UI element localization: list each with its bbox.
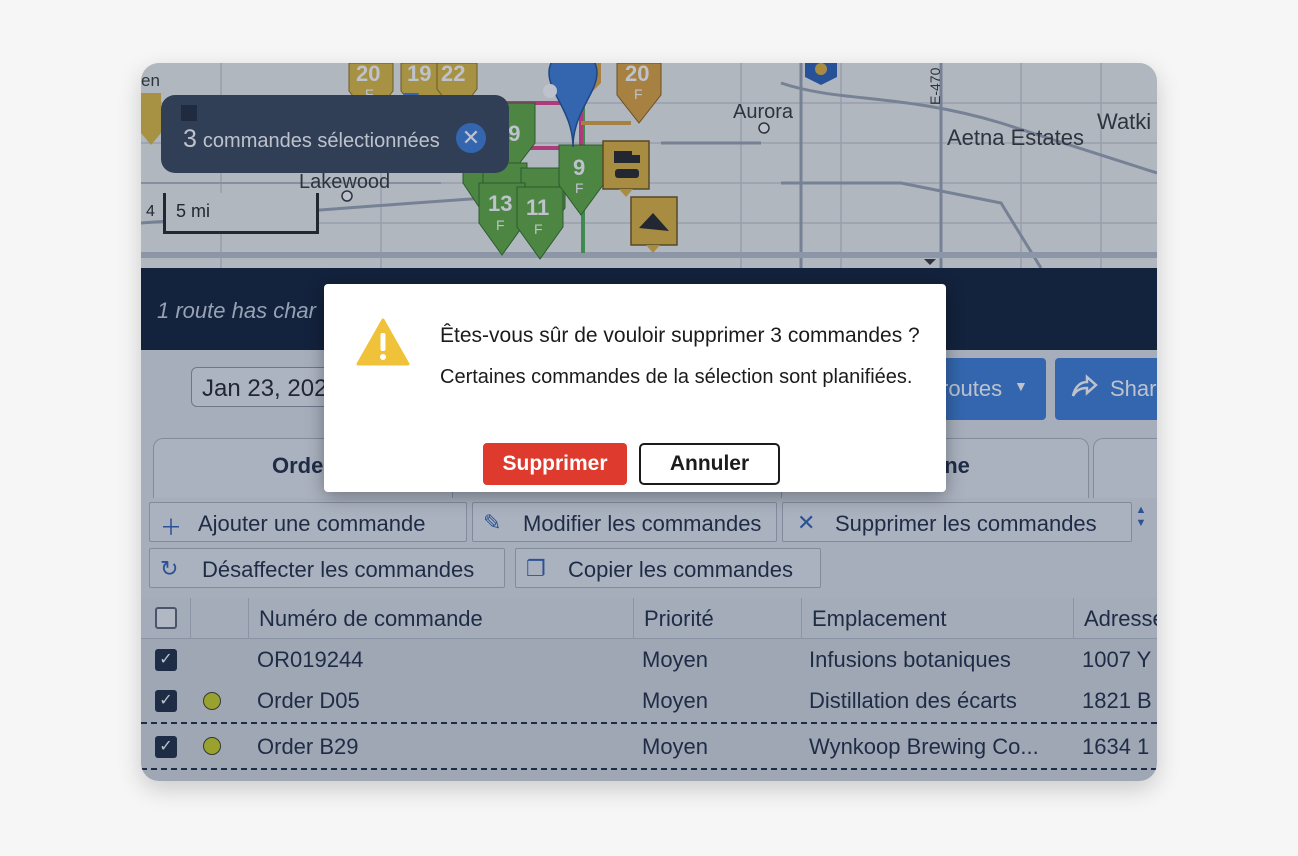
dialog-detail: Certaines commandes de la sélection sont…: [440, 366, 913, 388]
confirm-delete-button[interactable]: Supprimer: [483, 443, 627, 485]
cancel-button[interactable]: Annuler: [639, 443, 780, 485]
warning-icon: [356, 318, 410, 366]
dialog-question: Êtes-vous sûr de vouloir supprimer 3 com…: [440, 324, 920, 347]
delete-confirm-dialog: Êtes-vous sûr de vouloir supprimer 3 com…: [324, 284, 946, 492]
